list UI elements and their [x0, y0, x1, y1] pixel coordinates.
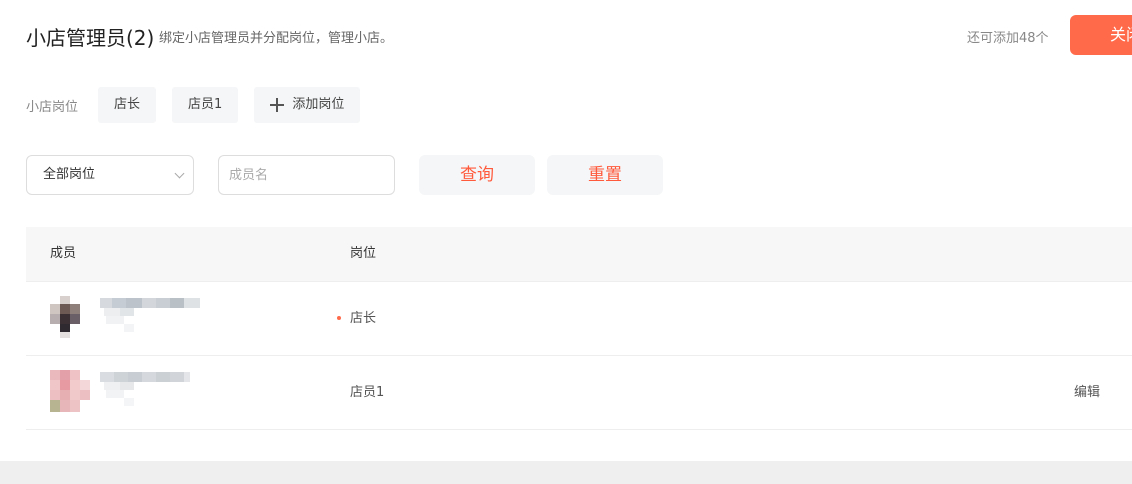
manager-indicator-dot — [337, 316, 341, 320]
plus-icon — [270, 98, 285, 112]
post-chip-manager[interactable]: 店长 — [98, 87, 157, 123]
query-button[interactable]: 查询 — [419, 155, 535, 195]
member-table: 成员 岗位 店长 店员1 编辑 — [26, 227, 1132, 430]
column-header-member: 成员 — [50, 246, 77, 261]
table-header: 成员 岗位 — [26, 227, 1132, 282]
avatar — [50, 296, 80, 338]
post-list-label: 小店岗位 — [26, 99, 79, 115]
member-post: 店员1 — [350, 385, 385, 400]
edit-link[interactable]: 编辑 — [1074, 356, 1100, 429]
page-title: 小店管理员(2) — [26, 26, 155, 50]
post-filter-select[interactable]: 全部岗位 — [26, 155, 194, 195]
close-button[interactable]: 关闭 — [1070, 15, 1132, 55]
add-post-label: 添加岗位 — [292, 97, 345, 112]
page-header: 小店管理员(2) 绑定小店管理员并分配岗位，管理小店。 还可添加48个 关闭 — [0, 0, 1132, 72]
member-name-input[interactable] — [218, 155, 395, 195]
member-name-redacted — [100, 372, 190, 406]
avatar — [50, 370, 90, 412]
add-post-button[interactable]: 添加岗位 — [254, 87, 361, 123]
table-row: 店长 — [26, 282, 1132, 356]
post-list: 小店岗位 店长 店员1 添加岗位 — [26, 87, 376, 123]
post-filter-value: 全部岗位 — [43, 167, 96, 182]
remaining-quota: 还可添加48个 — [967, 31, 1049, 46]
table-row: 店员1 编辑 — [26, 356, 1132, 430]
member-name-redacted — [100, 298, 200, 332]
reset-button[interactable]: 重置 — [547, 155, 663, 195]
post-chip-clerk[interactable]: 店员1 — [172, 87, 239, 123]
column-header-post: 岗位 — [350, 246, 377, 261]
footer-bar — [0, 461, 1132, 484]
chevron-down-icon — [174, 168, 185, 179]
member-post: 店长 — [350, 311, 377, 326]
page-subtitle: 绑定小店管理员并分配岗位，管理小店。 — [159, 31, 394, 46]
